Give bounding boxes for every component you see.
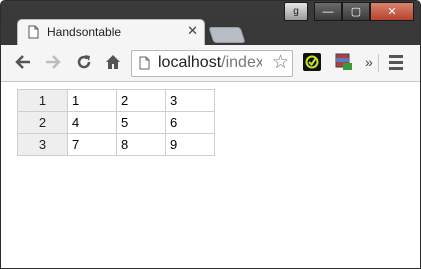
url-host: localhost xyxy=(158,54,222,71)
table-cell[interactable]: 8 xyxy=(116,133,166,156)
page-content: 1 1 2 3 2 4 5 6 3 7 8 9 xyxy=(1,82,420,268)
table-cell[interactable]: 7 xyxy=(67,133,117,156)
title-bar: Handsontable ✕ g — ▢ ✕ xyxy=(1,1,420,46)
maximize-button[interactable]: ▢ xyxy=(342,2,370,21)
data-grid: 1 1 2 3 2 4 5 6 3 7 8 9 xyxy=(17,89,215,156)
browser-window: Handsontable ✕ g — ▢ ✕ localhost/index ☆… xyxy=(0,0,421,269)
home-button[interactable] xyxy=(101,51,125,73)
user-profile-button[interactable]: g xyxy=(284,2,308,21)
back-button[interactable] xyxy=(11,51,35,73)
table-cell[interactable]: 1 xyxy=(67,89,117,112)
table-row: 2 4 5 6 xyxy=(17,111,215,134)
tab-handsontable[interactable]: Handsontable ✕ xyxy=(17,19,205,46)
toolbar-divider xyxy=(378,54,379,72)
row-header[interactable]: 3 xyxy=(17,133,68,156)
page-icon xyxy=(28,25,39,39)
window-controls: g — ▢ ✕ xyxy=(284,2,414,22)
url-path: /index xyxy=(221,54,262,71)
row-header[interactable]: 2 xyxy=(17,111,68,134)
menu-icon[interactable] xyxy=(389,55,403,73)
row-header[interactable]: 1 xyxy=(17,89,68,112)
forward-button[interactable] xyxy=(41,51,65,73)
table-row: 3 7 8 9 xyxy=(17,133,215,156)
extensions-overflow-button[interactable]: » xyxy=(365,54,373,70)
page-icon xyxy=(139,56,150,70)
bookmark-star-icon[interactable]: ☆ xyxy=(272,51,289,74)
url-text: localhost/index xyxy=(158,54,262,72)
new-tab-button[interactable] xyxy=(208,27,246,43)
close-window-button[interactable]: ✕ xyxy=(370,2,414,21)
reload-button[interactable] xyxy=(72,51,96,73)
extension-calendar-icon[interactable] xyxy=(335,53,353,71)
table-cell[interactable]: 6 xyxy=(165,111,215,134)
home-icon xyxy=(106,55,120,69)
table-cell[interactable]: 5 xyxy=(116,111,166,134)
table-row: 1 1 2 3 xyxy=(17,89,215,112)
table-cell[interactable]: 2 xyxy=(116,89,166,112)
reload-icon xyxy=(77,55,91,69)
address-bar[interactable]: localhost/index ☆ xyxy=(131,50,293,77)
extension-check-icon[interactable] xyxy=(303,53,321,71)
tab-close-icon[interactable]: ✕ xyxy=(187,23,198,39)
back-arrow-icon xyxy=(15,55,30,69)
browser-toolbar: localhost/index ☆ » xyxy=(1,45,420,82)
table-cell[interactable]: 3 xyxy=(165,89,215,112)
minimize-button[interactable]: — xyxy=(314,2,342,21)
table-cell[interactable]: 4 xyxy=(67,111,117,134)
table-cell[interactable]: 9 xyxy=(165,133,215,156)
forward-arrow-icon xyxy=(46,55,61,69)
tab-title: Handsontable xyxy=(47,25,122,39)
